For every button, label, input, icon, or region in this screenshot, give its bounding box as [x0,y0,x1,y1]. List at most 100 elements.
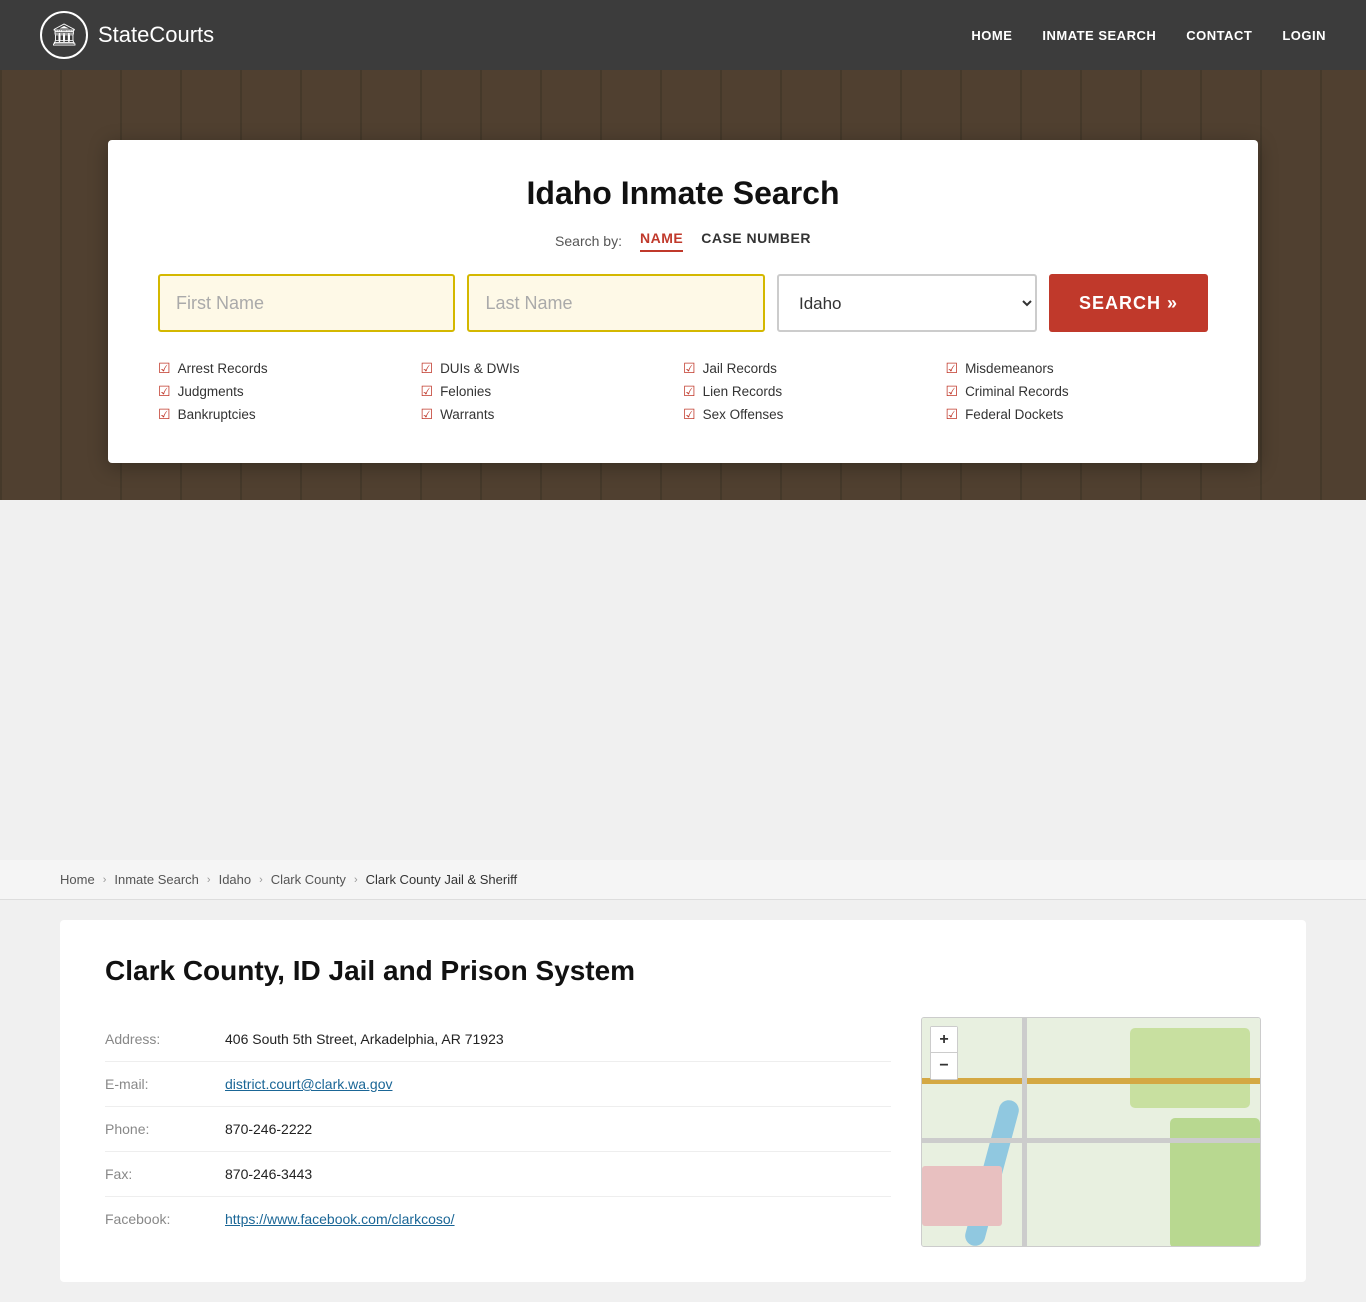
check-icon-4: ☑ [421,360,434,377]
check-icon-10: ☑ [946,360,959,377]
breadcrumb-sep-2: › [207,874,211,886]
first-name-input[interactable] [158,274,455,332]
phone-value: 870-246-2222 [225,1121,312,1137]
checkbox-sex-offenses: ☑ Sex Offenses [683,406,946,423]
checkbox-label-10: Misdemeanors [965,361,1054,376]
checkbox-label-9: Sex Offenses [703,407,784,422]
logo-area: 🏛 StateCourts [40,11,214,59]
checkbox-label-6: Warrants [440,407,494,422]
checkbox-label-1: Arrest Records [178,361,268,376]
fax-label: Fax: [105,1166,225,1182]
checkbox-label-3: Bankruptcies [178,407,256,422]
check-icon-8: ☑ [683,383,696,400]
checkbox-bankruptcies: ☑ Bankruptcies [158,406,421,423]
check-icon-5: ☑ [421,383,434,400]
phone-row: Phone: 870-246-2222 [105,1107,891,1152]
check-icon-11: ☑ [946,383,959,400]
hero-section: COURTHOUSE Idaho Inmate Search Search by… [0,70,1366,500]
checkbox-label-8: Lien Records [703,384,783,399]
content-card: Clark County, ID Jail and Prison System … [60,920,1306,1282]
checkbox-jail-records: ☑ Jail Records [683,360,946,377]
nav: HOME INMATE SEARCH CONTACT LOGIN [971,28,1326,43]
tab-name[interactable]: NAME [640,230,683,252]
breadcrumb-clark-county[interactable]: Clark County [271,872,346,887]
info-layout: Address: 406 South 5th Street, Arkadelph… [105,1017,1261,1247]
map-road-3 [1022,1018,1027,1246]
search-inputs-row: Idaho SEARCH » [158,274,1208,332]
header: 🏛 StateCourts HOME INMATE SEARCH CONTACT… [0,0,1366,70]
checkbox-label-12: Federal Dockets [965,407,1063,422]
nav-contact[interactable]: CONTACT [1186,28,1252,43]
email-row: E-mail: district.court@clark.wa.gov [105,1062,891,1107]
breadcrumb-idaho[interactable]: Idaho [219,872,252,887]
map-container: + − [921,1017,1261,1247]
nav-login[interactable]: LOGIN [1282,28,1326,43]
logo-bold: State [98,22,149,47]
logo-normal: Courts [149,22,214,47]
logo-icon: 🏛 [40,11,88,59]
breadcrumb-inmate-search[interactable]: Inmate Search [114,872,199,887]
facebook-label: Facebook: [105,1211,225,1227]
search-button[interactable]: SEARCH » [1049,274,1208,332]
checkbox-label-5: Felonies [440,384,491,399]
check-icon-6: ☑ [421,406,434,423]
checkboxes-grid: ☑ Arrest Records ☑ DUIs & DWIs ☑ Jail Re… [158,360,1208,423]
state-select[interactable]: Idaho [777,274,1037,332]
address-value: 406 South 5th Street, Arkadelphia, AR 71… [225,1031,504,1047]
main-content: Clark County, ID Jail and Prison System … [0,900,1366,1302]
fax-value: 870-246-3443 [225,1166,312,1182]
phone-label: Phone: [105,1121,225,1137]
map-zoom-in[interactable]: + [931,1027,957,1053]
map-zoom-out[interactable]: − [931,1053,957,1079]
checkbox-judgments: ☑ Judgments [158,383,421,400]
checkbox-felonies: ☑ Felonies [421,383,684,400]
check-icon-3: ☑ [158,406,171,423]
check-icon-12: ☑ [946,406,959,423]
checkbox-arrest-records: ☑ Arrest Records [158,360,421,377]
search-by-row: Search by: NAME CASE NUMBER [158,230,1208,252]
checkbox-warrants: ☑ Warrants [421,406,684,423]
checkbox-lien-records: ☑ Lien Records [683,383,946,400]
map-controls: + − [930,1026,958,1080]
checkbox-label-4: DUIs & DWIs [440,361,520,376]
checkbox-misdemeanors: ☑ Misdemeanors [946,360,1209,377]
logo-text: StateCourts [98,22,214,48]
info-table: Address: 406 South 5th Street, Arkadelph… [105,1017,891,1247]
last-name-input[interactable] [467,274,764,332]
map-road-2 [922,1138,1260,1143]
check-icon-2: ☑ [158,383,171,400]
breadcrumb-sep-1: › [103,874,107,886]
breadcrumb-current: Clark County Jail & Sheriff [366,872,518,887]
fax-row: Fax: 870-246-3443 [105,1152,891,1197]
facebook-row: Facebook: https://www.facebook.com/clark… [105,1197,891,1241]
modal-title: Idaho Inmate Search [158,175,1208,212]
content-title: Clark County, ID Jail and Prison System [105,955,1261,987]
checkbox-federal-dockets: ☑ Federal Dockets [946,406,1209,423]
search-modal: Idaho Inmate Search Search by: NAME CASE… [108,140,1258,463]
checkbox-duis-dwis: ☑ DUIs & DWIs [421,360,684,377]
check-icon-7: ☑ [683,360,696,377]
breadcrumb-home[interactable]: Home [60,872,95,887]
checkbox-label-7: Jail Records [703,361,777,376]
nav-inmate-search[interactable]: INMATE SEARCH [1042,28,1156,43]
map-road-1 [922,1078,1260,1084]
email-value[interactable]: district.court@clark.wa.gov [225,1076,392,1092]
email-label: E-mail: [105,1076,225,1092]
map-pink [922,1166,1002,1226]
checkbox-label-11: Criminal Records [965,384,1069,399]
tab-case-number[interactable]: CASE NUMBER [701,230,811,252]
map-green-1 [1130,1028,1250,1108]
map-placeholder [922,1018,1260,1246]
address-label: Address: [105,1031,225,1047]
breadcrumb: Home › Inmate Search › Idaho › Clark Cou… [0,860,1366,900]
facebook-value[interactable]: https://www.facebook.com/clarkcoso/ [225,1211,455,1227]
checkbox-label-2: Judgments [178,384,244,399]
breadcrumb-sep-3: › [259,874,263,886]
checkbox-criminal-records: ☑ Criminal Records [946,383,1209,400]
nav-home[interactable]: HOME [971,28,1012,43]
search-by-label: Search by: [555,233,622,249]
check-icon-9: ☑ [683,406,696,423]
address-row: Address: 406 South 5th Street, Arkadelph… [105,1017,891,1062]
check-icon-1: ☑ [158,360,171,377]
breadcrumb-sep-4: › [354,874,358,886]
